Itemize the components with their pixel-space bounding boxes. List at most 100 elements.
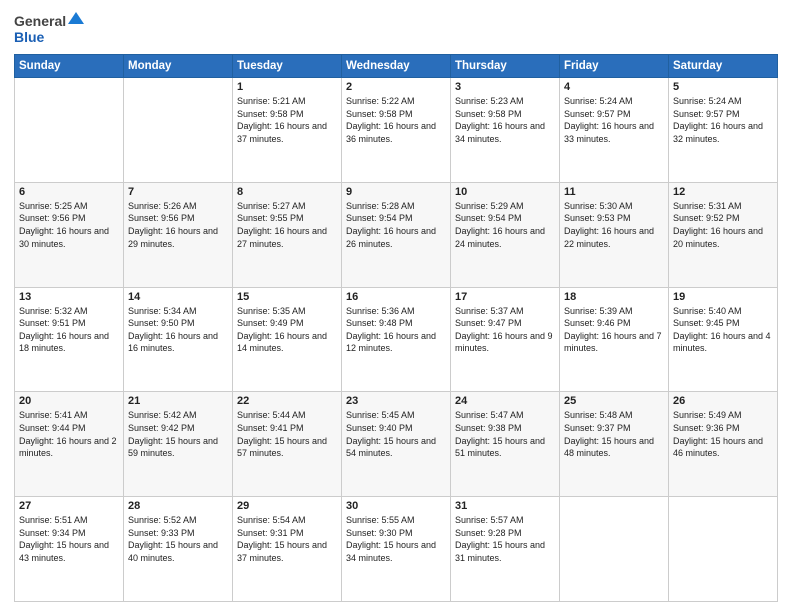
day-number: 12: [673, 186, 773, 198]
calendar-cell: 11Sunrise: 5:30 AM Sunset: 9:53 PM Dayli…: [560, 182, 669, 287]
calendar-cell: 26 Sunrise: 5:49 AM Sunset: 9:36 PM Dayli…: [669, 392, 778, 497]
day-number: 1: [237, 81, 337, 93]
day-number: 31: [455, 500, 555, 512]
svg-text:Blue: Blue: [14, 29, 45, 45]
day-number: 10: [455, 186, 555, 198]
weekday-header-saturday: Saturday: [669, 55, 778, 78]
calendar-cell: 30 Sunrise: 5:55 AM Sunset: 9:30 PM Dayli…: [342, 497, 451, 602]
day-info: Sunrise: 5:41 AM Sunset: 9:44 PM Dayligh…: [19, 409, 119, 459]
weekday-header-thursday: Thursday: [451, 55, 560, 78]
day-info: Sunrise: 5:27 AM Sunset: 9:55 PM Dayligh…: [237, 200, 337, 250]
day-number: 26: [673, 395, 773, 407]
day-number: 9: [346, 186, 446, 198]
calendar-cell: 15 Sunrise: 5:35 AM Sunset: 9:49 PM Dayli…: [233, 287, 342, 392]
day-info: Sunrise: 5:42 AM Sunset: 9:42 PM Dayligh…: [128, 409, 228, 459]
weekday-header-row: SundayMondayTuesdayWednesdayThursdayFrid…: [15, 55, 778, 78]
calendar-table: SundayMondayTuesdayWednesdayThursdayFrid…: [14, 54, 778, 602]
day-info: Sunrise: 5:36 AM Sunset: 9:48 PM Dayligh…: [346, 305, 446, 355]
calendar-cell: 8 Sunrise: 5:27 AM Sunset: 9:55 PM Daylig…: [233, 182, 342, 287]
day-info: Sunrise: 5:23 AM Sunset: 9:58 PM Dayligh…: [455, 95, 555, 145]
day-number: 4: [564, 81, 664, 93]
calendar-cell: 23 Sunrise: 5:45 AM Sunset: 9:40 PM Dayli…: [342, 392, 451, 497]
calendar-cell: 20 Sunrise: 5:41 AM Sunset: 9:44 PM Dayli…: [15, 392, 124, 497]
calendar-cell: 21 Sunrise: 5:42 AM Sunset: 9:42 PM Dayli…: [124, 392, 233, 497]
day-info: Sunrise: 5:24 AM Sunset: 9:57 PM Dayligh…: [673, 95, 773, 145]
day-info: Sunrise: 5:51 AM Sunset: 9:34 PM Dayligh…: [19, 514, 119, 564]
day-number: 21: [128, 395, 228, 407]
calendar-cell: [124, 78, 233, 183]
day-number: 19: [673, 291, 773, 303]
day-number: 27: [19, 500, 119, 512]
day-info: Sunrise: 5:45 AM Sunset: 9:40 PM Dayligh…: [346, 409, 446, 459]
day-number: 29: [237, 500, 337, 512]
day-number: 30: [346, 500, 446, 512]
day-info: Sunrise: 5:48 AM Sunset: 9:37 PM Dayligh…: [564, 409, 664, 459]
day-info: Sunrise: 5:39 AM Sunset: 9:46 PM Dayligh…: [564, 305, 664, 355]
day-number: 25: [564, 395, 664, 407]
day-number: 22: [237, 395, 337, 407]
day-info: Sunrise: 5:52 AM Sunset: 9:33 PM Dayligh…: [128, 514, 228, 564]
calendar-cell: 4 Sunrise: 5:24 AM Sunset: 9:57 PM Daylig…: [560, 78, 669, 183]
day-info: Sunrise: 5:54 AM Sunset: 9:31 PM Dayligh…: [237, 514, 337, 564]
day-number: 3: [455, 81, 555, 93]
calendar-cell: 13 Sunrise: 5:32 AM Sunset: 9:51 PM Dayli…: [15, 287, 124, 392]
day-number: 14: [128, 291, 228, 303]
calendar-cell: 16 Sunrise: 5:36 AM Sunset: 9:48 PM Dayli…: [342, 287, 451, 392]
weekday-header-sunday: Sunday: [15, 55, 124, 78]
day-info: Sunrise: 5:31 AM Sunset: 9:52 PM Dayligh…: [673, 200, 773, 250]
calendar-cell: 18 Sunrise: 5:39 AM Sunset: 9:46 PM Dayli…: [560, 287, 669, 392]
day-number: 13: [19, 291, 119, 303]
calendar-cell: [669, 497, 778, 602]
calendar-cell: 27 Sunrise: 5:51 AM Sunset: 9:34 PM Dayli…: [15, 497, 124, 602]
calendar-cell: 22 Sunrise: 5:44 AM Sunset: 9:41 PM Dayli…: [233, 392, 342, 497]
calendar-cell: 3 Sunrise: 5:23 AM Sunset: 9:58 PM Daylig…: [451, 78, 560, 183]
day-info: Sunrise: 5:49 AM Sunset: 9:36 PM Dayligh…: [673, 409, 773, 459]
weekday-header-wednesday: Wednesday: [342, 55, 451, 78]
calendar-cell: [560, 497, 669, 602]
day-number: 16: [346, 291, 446, 303]
calendar-cell: 31Sunrise: 5:57 AM Sunset: 9:28 PM Dayli…: [451, 497, 560, 602]
day-info: Sunrise: 5:40 AM Sunset: 9:45 PM Dayligh…: [673, 305, 773, 355]
day-number: 6: [19, 186, 119, 198]
calendar-cell: 5 Sunrise: 5:24 AM Sunset: 9:57 PM Daylig…: [669, 78, 778, 183]
page: General Blue SundayMondayTuesdayWednesda…: [0, 0, 792, 612]
day-info: Sunrise: 5:35 AM Sunset: 9:49 PM Dayligh…: [237, 305, 337, 355]
day-number: 18: [564, 291, 664, 303]
day-number: 7: [128, 186, 228, 198]
day-number: 8: [237, 186, 337, 198]
logo-svg: General Blue: [14, 10, 84, 48]
calendar-cell: 9Sunrise: 5:28 AM Sunset: 9:54 PM Daylig…: [342, 182, 451, 287]
header: General Blue: [14, 10, 778, 48]
day-number: 20: [19, 395, 119, 407]
weekday-header-monday: Monday: [124, 55, 233, 78]
day-info: Sunrise: 5:26 AM Sunset: 9:56 PM Dayligh…: [128, 200, 228, 250]
calendar-cell: 7 Sunrise: 5:26 AM Sunset: 9:56 PM Daylig…: [124, 182, 233, 287]
calendar-cell: 1 Sunrise: 5:21 AM Sunset: 9:58 PM Daylig…: [233, 78, 342, 183]
day-info: Sunrise: 5:44 AM Sunset: 9:41 PM Dayligh…: [237, 409, 337, 459]
day-number: 17: [455, 291, 555, 303]
calendar-cell: 14 Sunrise: 5:34 AM Sunset: 9:50 PM Dayli…: [124, 287, 233, 392]
day-info: Sunrise: 5:21 AM Sunset: 9:58 PM Dayligh…: [237, 95, 337, 145]
logo: General Blue: [14, 10, 84, 48]
week-row-3: 13 Sunrise: 5:32 AM Sunset: 9:51 PM Dayli…: [15, 287, 778, 392]
day-number: 28: [128, 500, 228, 512]
svg-text:General: General: [14, 13, 66, 29]
day-info: Sunrise: 5:55 AM Sunset: 9:30 PM Dayligh…: [346, 514, 446, 564]
day-number: 24: [455, 395, 555, 407]
day-info: Sunrise: 5:30 AM Sunset: 9:53 PM Dayligh…: [564, 200, 664, 250]
calendar-cell: 17 Sunrise: 5:37 AM Sunset: 9:47 PM Dayli…: [451, 287, 560, 392]
day-info: Sunrise: 5:32 AM Sunset: 9:51 PM Dayligh…: [19, 305, 119, 355]
weekday-header-tuesday: Tuesday: [233, 55, 342, 78]
week-row-1: 1 Sunrise: 5:21 AM Sunset: 9:58 PM Daylig…: [15, 78, 778, 183]
day-number: 5: [673, 81, 773, 93]
calendar-cell: 12 Sunrise: 5:31 AM Sunset: 9:52 PM Dayli…: [669, 182, 778, 287]
day-info: Sunrise: 5:37 AM Sunset: 9:47 PM Dayligh…: [455, 305, 555, 355]
day-info: Sunrise: 5:24 AM Sunset: 9:57 PM Dayligh…: [564, 95, 664, 145]
calendar-cell: [15, 78, 124, 183]
week-row-4: 20 Sunrise: 5:41 AM Sunset: 9:44 PM Dayli…: [15, 392, 778, 497]
day-info: Sunrise: 5:34 AM Sunset: 9:50 PM Dayligh…: [128, 305, 228, 355]
day-number: 23: [346, 395, 446, 407]
day-info: Sunrise: 5:25 AM Sunset: 9:56 PM Dayligh…: [19, 200, 119, 250]
day-number: 15: [237, 291, 337, 303]
week-row-2: 6 Sunrise: 5:25 AM Sunset: 9:56 PM Daylig…: [15, 182, 778, 287]
